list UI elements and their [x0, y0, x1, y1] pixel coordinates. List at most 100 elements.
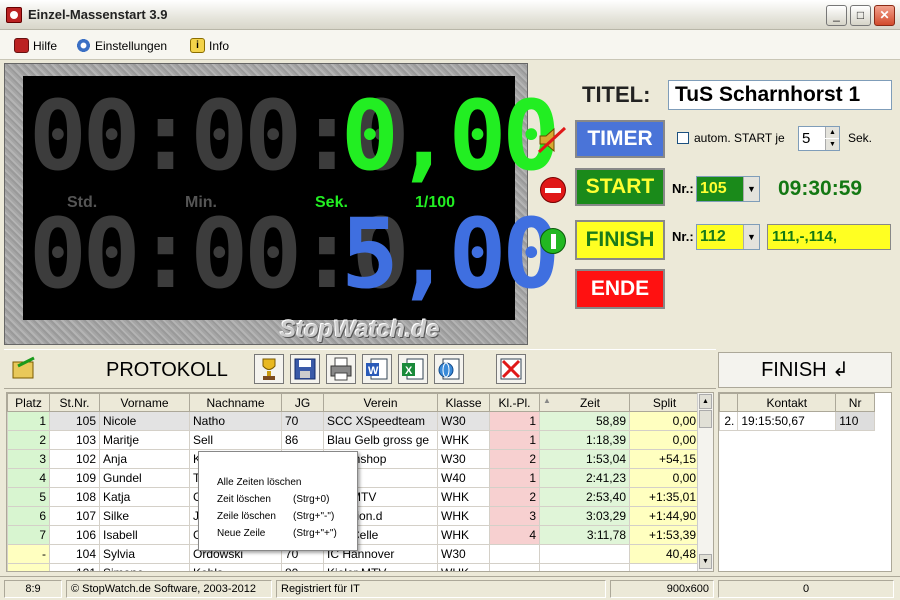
menu-info-label: Info	[209, 38, 230, 53]
col-jg[interactable]: JG	[281, 393, 324, 412]
menu-hilfe[interactable]: Hilfe	[14, 38, 57, 53]
col-nr[interactable]: Nr	[835, 393, 875, 412]
col-platz[interactable]: Platz	[7, 393, 50, 412]
col-nachname[interactable]: Nachname	[189, 393, 282, 412]
cell-zeit: 1:18,39	[539, 430, 630, 450]
cell-nachname: Kohls	[189, 563, 282, 571]
col-zeit[interactable]: ▲ Zeit	[539, 393, 630, 412]
cell-platz: 1	[7, 411, 50, 431]
cell-verein: SCC XSpeedteam	[323, 411, 438, 431]
scroll-thumb[interactable]	[699, 410, 712, 428]
col-stnr[interactable]: St.Nr.	[49, 393, 100, 412]
cell-klpl: 2	[489, 487, 540, 507]
ctx-neue-zeile[interactable]: Neue Zeile (Strg+"+")	[199, 525, 357, 542]
cell-stnr: 109	[49, 468, 100, 488]
cell-stnr: 102	[49, 449, 100, 469]
start-nr-select[interactable]: 105 ▼	[696, 176, 760, 202]
cell-platz: 7	[7, 525, 50, 545]
cell-split	[629, 563, 700, 571]
chevron-down-icon[interactable]: ▼	[743, 225, 759, 249]
scroll-up-icon[interactable]: ▲	[699, 394, 712, 409]
cell-stnr: 105	[49, 411, 100, 431]
finish-kontakt: 19:15:50,67	[737, 411, 837, 431]
ctx-label: Alle Zeiten löschen	[217, 477, 302, 488]
finish-panel-header[interactable]: FINISH ↲	[718, 352, 892, 388]
spin-up-icon[interactable]: ▲	[825, 127, 839, 138]
finish-button[interactable]: FINISH	[575, 220, 665, 260]
svg-text:X: X	[405, 365, 413, 377]
cell-stnr: 107	[49, 506, 100, 526]
col-kontakt[interactable]: Kontakt	[737, 393, 837, 412]
results-scrollbar[interactable]: ▲ ▼	[697, 393, 713, 571]
menu-info[interactable]: i Info	[190, 38, 229, 53]
cell-zeit: 58,89	[539, 411, 630, 431]
auto-start-value: 5	[802, 130, 811, 147]
context-menu: Alle Zeiten löschen Zeit löschen (Strg+0…	[198, 451, 358, 551]
titel-input[interactable]: TuS Scharnhorst 1	[668, 80, 892, 110]
finish-contact-table[interactable]: Kontakt Nr 2. 19:15:50,67 110	[718, 392, 892, 572]
save-button[interactable]	[290, 354, 320, 384]
print-icon	[330, 357, 352, 381]
load-button[interactable]	[10, 354, 40, 384]
svg-text:W: W	[368, 365, 379, 377]
cell-platz: 3	[7, 449, 50, 469]
cell-verein: Blau Gelb gross ge	[323, 430, 438, 450]
cell-klasse: WHK	[437, 506, 490, 526]
col-split[interactable]: Split	[629, 393, 700, 412]
cell-vorname: Simone	[99, 563, 190, 571]
cell-vorname: Maritje	[99, 430, 190, 450]
cell-klasse: WHK	[437, 563, 490, 571]
status-position: 8:9	[4, 580, 62, 598]
trophy-icon	[262, 358, 276, 380]
word-export-button[interactable]: W	[362, 354, 392, 384]
menu-bar: Hilfe Einstellungen i Info	[0, 30, 900, 60]
ctx-label: Zeile löschen	[217, 511, 276, 522]
auto-start-stepper[interactable]: 5 ▲ ▼	[798, 126, 840, 151]
ctx-zeile-loeschen[interactable]: Zeile löschen (Strg+"-")	[199, 508, 357, 525]
finish-nr-select[interactable]: 112 ▼	[696, 224, 760, 250]
finish-contact-row[interactable]: 2. 19:15:50,67 110	[718, 411, 875, 431]
start-nr-label: Nr.:	[672, 181, 694, 196]
ctx-zeit-loeschen[interactable]: Zeit löschen (Strg+0)	[199, 491, 357, 508]
col-zeit-label: Zeit	[579, 395, 600, 410]
word-icon: W	[366, 358, 388, 380]
auto-start-label: autom. START je	[694, 131, 785, 145]
minimize-button[interactable]: _	[826, 5, 847, 26]
cell-vorname: Sylvia	[99, 544, 190, 564]
internet-export-button[interactable]	[434, 354, 464, 384]
ende-button[interactable]: ENDE	[575, 269, 665, 309]
print-button[interactable]	[326, 354, 356, 384]
maximize-button[interactable]: □	[850, 5, 871, 26]
cell-split: 40,48	[629, 544, 700, 564]
table-row[interactable]: 2 103 Maritje Sell 86 Blau Gelb gross ge WHK 1 1…	[7, 430, 700, 450]
cell-nachname: Natho	[189, 411, 282, 431]
delete-icon	[500, 358, 522, 380]
excel-export-button[interactable]: X	[398, 354, 428, 384]
spin-down-icon[interactable]: ▼	[825, 139, 839, 150]
col-vorname[interactable]: Vorname	[99, 393, 190, 412]
close-button[interactable]: ✕	[874, 5, 895, 26]
cell-zeit: 3:03,29	[539, 506, 630, 526]
chevron-down-icon[interactable]: ▼	[743, 177, 759, 201]
cell-klpl: 1	[489, 468, 540, 488]
col-klasse[interactable]: Klasse	[437, 393, 490, 412]
delete-button[interactable]	[496, 354, 526, 384]
cell-split: +1:35,01	[629, 487, 700, 507]
col-klpl[interactable]: Kl.-Pl.	[489, 393, 540, 412]
timer-button[interactable]: TIMER	[575, 120, 665, 158]
app-icon	[6, 7, 22, 23]
finish-header-row: Kontakt Nr	[718, 393, 875, 412]
col-verein[interactable]: Verein	[323, 393, 438, 412]
settings-icon	[76, 38, 91, 53]
table-row[interactable]: 1 105 Nicole Natho 70 SCC XSpeedteam W30 1 58,89…	[7, 411, 700, 431]
auto-start-checkbox[interactable]	[677, 132, 689, 144]
scroll-down-icon[interactable]: ▼	[699, 554, 712, 569]
start-button[interactable]: START	[575, 168, 665, 206]
ctx-alle-zeiten-loeschen[interactable]: Alle Zeiten löschen	[199, 474, 357, 491]
table-row[interactable]: -101SimoneKohls80Kieler MTVWHK	[7, 563, 700, 571]
trophy-button[interactable]	[254, 354, 284, 384]
menu-einstellungen[interactable]: Einstellungen	[76, 38, 167, 53]
results-table[interactable]: Platz St.Nr. Vorname Nachname JG Verein …	[6, 392, 714, 572]
cell-nachname: Sell	[189, 430, 282, 450]
speaker-muted-icon[interactable]	[536, 124, 568, 156]
